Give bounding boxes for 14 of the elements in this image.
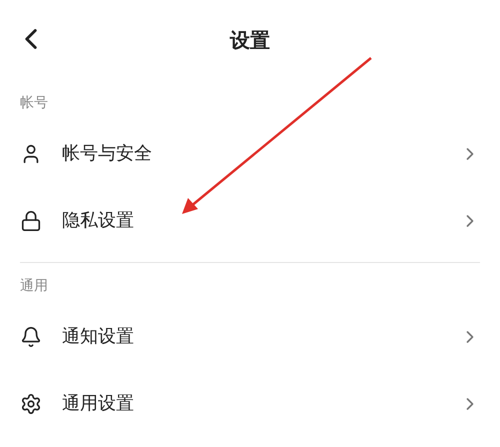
page-title: 设置 [230, 27, 270, 54]
settings-row[interactable]: 帐号与安全 [20, 120, 480, 187]
row-label: 通用设置 [62, 392, 135, 416]
section-label: 通用 [20, 278, 48, 294]
settings-icon [20, 392, 42, 414]
lock-icon [20, 210, 42, 232]
settings-row[interactable]: 通用设置 [20, 370, 480, 437]
row-label: 帐号与安全 [62, 142, 153, 166]
bell-icon [20, 326, 42, 348]
settings-row[interactable]: 隐私设置 [20, 187, 480, 254]
row-label: 隐私设置 [62, 209, 135, 233]
settings-row[interactable]: 通知设置 [20, 303, 480, 370]
row-label: 通知设置 [62, 325, 135, 349]
section-label: 帐号 [20, 95, 48, 111]
